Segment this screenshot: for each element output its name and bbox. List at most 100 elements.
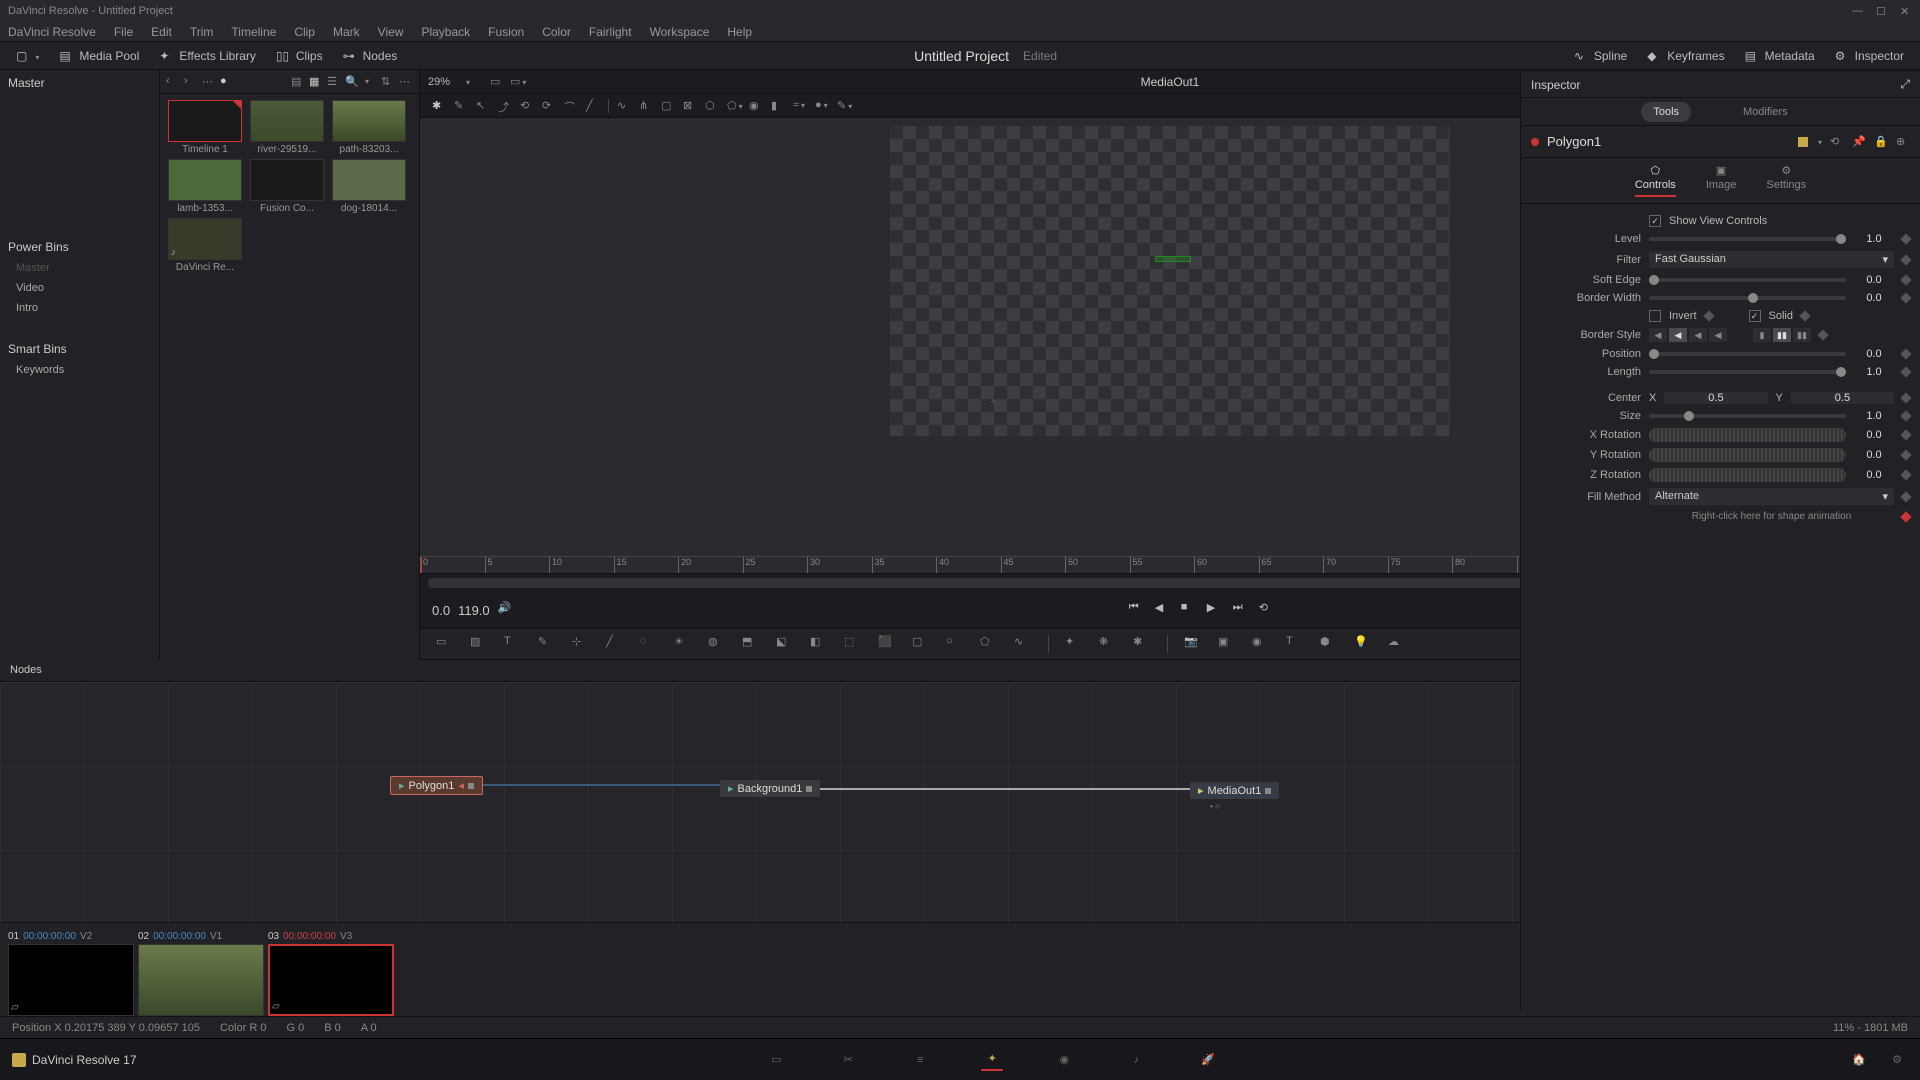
softedge-value[interactable]: 0.0 [1854,274,1894,286]
bin-master[interactable]: Master [0,258,159,278]
position-slider[interactable] [1649,352,1846,356]
tool-roto[interactable]: ◉ [749,99,763,113]
center-y[interactable]: 0.5 [1791,392,1894,404]
record-icon[interactable]: ● [220,75,234,89]
metadata-toggle[interactable]: ▤Metadata [1737,46,1823,66]
size-slider[interactable] [1649,414,1846,418]
softedge-slider[interactable] [1649,278,1846,282]
menu-color[interactable]: Color [542,25,571,39]
view-grid-icon[interactable]: ▦ [309,75,323,89]
media-pool-toggle[interactable]: ▤Media Pool [51,46,147,66]
clips-toggle[interactable]: ▯▯Clips [268,46,331,66]
menu-mark[interactable]: Mark [333,25,360,39]
node-lock-icon[interactable]: 🔒 [1874,135,1888,149]
shelf-rectangle[interactable]: ▢ [912,635,930,653]
shelf-brightness[interactable]: ☀ [674,635,692,653]
shelf-paint[interactable]: ✎ [538,635,556,653]
tool-pen[interactable]: ✎ [454,99,468,113]
tab-modifiers[interactable]: Modifiers [1731,102,1800,122]
borderstyle-keyframe[interactable] [1817,329,1828,340]
page-cut[interactable]: ✂ [837,1049,859,1071]
home-button[interactable]: 🏠 [1848,1049,1870,1071]
shelf-prender[interactable]: ❋ [1099,635,1117,653]
zrot-keyframe[interactable] [1900,469,1911,480]
shelf-resize[interactable]: ⬚ [844,635,862,653]
length-keyframe[interactable] [1900,366,1911,377]
xrot-wheel[interactable] [1649,428,1846,442]
size-keyframe[interactable] [1900,410,1911,421]
thumb-path[interactable]: path-83203... [330,100,408,155]
subtab-controls[interactable]: ⬠Controls [1635,164,1676,197]
thumb-dog[interactable]: dog-18014... [330,159,408,214]
shelf-render3d[interactable]: ☁ [1388,635,1406,653]
tool-key[interactable]: ⬡ [705,99,719,113]
menu-trim[interactable]: Trim [190,25,214,39]
zoom-label[interactable]: 29% [428,76,450,88]
cap-none[interactable]: ◀ [1649,328,1667,342]
menu-clip[interactable]: Clip [294,25,315,39]
tool-delete[interactable]: ⊠ [683,99,697,113]
menu-timeline[interactable]: Timeline [231,25,276,39]
maximize-button[interactable]: ☐ [1876,5,1888,17]
position-keyframe[interactable] [1900,348,1911,359]
page-fairlight[interactable]: ♪ [1125,1049,1147,1071]
zoom-dropdown[interactable] [464,76,470,88]
yrot-wheel[interactable] [1649,448,1846,462]
shelf-polygon[interactable]: ⬠ [980,635,998,653]
menu-fusion[interactable]: Fusion [488,25,524,39]
shelf-camera3d[interactable]: 📷 [1184,635,1202,653]
shelf-blur[interactable]: ◌ [640,635,658,653]
bin-keywords[interactable]: Keywords [0,360,159,380]
center-keyframe[interactable] [1900,392,1911,403]
more-icon[interactable]: ⋯ [202,75,216,89]
shelf-particles[interactable]: ✦ [1065,635,1083,653]
xrot-keyframe[interactable] [1900,429,1911,440]
center-x[interactable]: 0.5 [1664,392,1767,404]
page-fusion[interactable]: ✦ [981,1049,1003,1071]
node-background1[interactable]: ▸Background1 [720,780,820,797]
menu-view[interactable]: View [378,25,404,39]
shelf-background[interactable]: ▭ [436,635,454,653]
menu-help[interactable]: Help [727,25,752,39]
invert-keyframe[interactable] [1703,310,1714,321]
nav-back-icon[interactable]: ‹ [166,75,180,89]
thumb-timeline1[interactable]: Timeline 1 [166,100,244,155]
menu-file[interactable]: File [114,25,133,39]
go-start-button[interactable]: ⏮ [1129,601,1147,619]
bin-intro[interactable]: Intro [0,298,159,318]
yrot-value[interactable]: 0.0 [1854,449,1894,461]
tool-curve[interactable]: ⌒ [564,99,578,113]
filter-select[interactable]: Fast Gaussian▾ [1649,251,1894,268]
nav-fwd-icon[interactable]: › [184,75,198,89]
borderwidth-value[interactable]: 0.0 [1854,292,1894,304]
tool-select[interactable]: ↖ [476,99,490,113]
master-bin[interactable]: Master [0,70,159,96]
fill-keyframe[interactable] [1900,491,1911,502]
subtab-settings[interactable]: ⚙Settings [1766,164,1806,197]
shelf-merge[interactable]: ⬒ [742,635,760,653]
keyframes-toggle[interactable]: ◆Keyframes [1639,46,1732,66]
zrot-value[interactable]: 0.0 [1854,469,1894,481]
tool-magnet[interactable]: ⋔ [639,99,653,113]
shelf-fastnoise[interactable]: ▨ [470,635,488,653]
zrot-wheel[interactable] [1649,468,1846,482]
shelf-text[interactable]: T [504,635,522,653]
solid-keyframe[interactable] [1799,310,1810,321]
shelf-ellipse[interactable]: ○ [946,635,964,653]
node-versions[interactable] [1816,136,1822,148]
nodes-toggle[interactable]: ⊶Nodes [335,46,406,66]
thumb-davinci[interactable]: ♪DaVinci Re... [166,218,244,273]
join-bevel[interactable]: ▮▮ [1793,328,1811,342]
page-deliver[interactable]: 🚀 [1197,1049,1219,1071]
node-reset-icon[interactable]: ⟲ [1830,135,1844,149]
tool-fill[interactable]: ● [815,99,829,113]
options-icon[interactable]: ⋯ [399,75,413,89]
view-meta-icon[interactable]: ▤ [291,75,305,89]
step-back-button[interactable]: ◀ [1155,601,1173,619]
tool-insert[interactable]: ⤴ [498,99,512,113]
shelf-image3d[interactable]: ▣ [1218,635,1236,653]
shelf-tracker[interactable]: ⊹ [572,635,590,653]
node-name[interactable]: Polygon1 [1547,134,1601,149]
cap-square[interactable]: ◀ [1709,328,1727,342]
shelf-text3d[interactable]: T [1286,635,1304,653]
